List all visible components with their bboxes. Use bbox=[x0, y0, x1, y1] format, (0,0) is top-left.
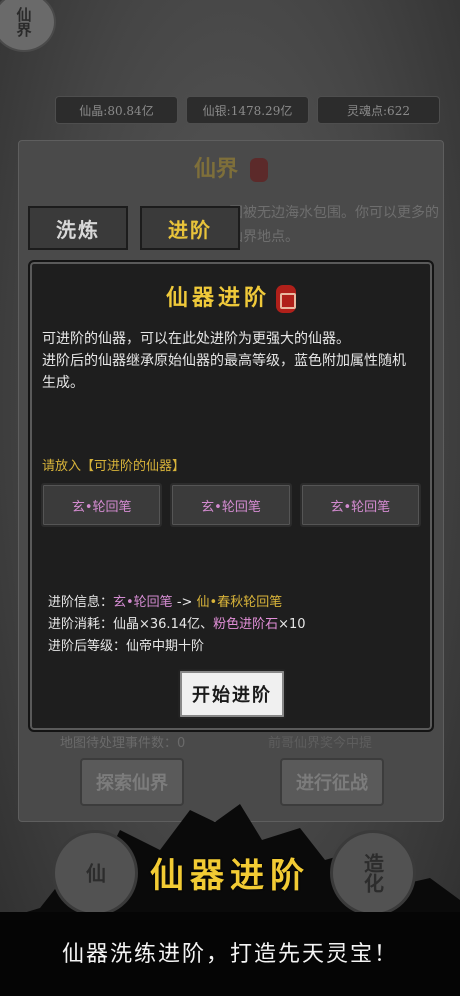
panel-title: 仙界 bbox=[19, 151, 443, 183]
dialog-title-text: 仙器进阶 bbox=[165, 285, 270, 311]
promo-subtitle: 仙器洗练进阶，打造先天灵宝！ bbox=[61, 942, 398, 967]
panel-background-text: 国被无边海水包围。你可以更多的仙界地点。 bbox=[229, 205, 439, 245]
resource-soul-points: 灵魂点:622 bbox=[317, 96, 440, 124]
dialog-description: 可进阶的仙器，可以在此处进阶为更强大的仙器。 进阶后的仙器继承原始仙器的最高等级… bbox=[42, 328, 418, 394]
slot-label: 请放入【可进阶的仙器】 bbox=[42, 459, 186, 474]
advance-info-label: 进阶信息： bbox=[48, 595, 114, 610]
start-advance-button[interactable]: 开始进阶 bbox=[178, 669, 286, 719]
dialog-title: 仙器进阶 bbox=[30, 280, 432, 313]
tab-advance[interactable]: 进阶 bbox=[140, 206, 240, 250]
advance-info-line: 进阶信息：玄•轮回笔 -> 仙•春秋轮回笔 bbox=[48, 592, 306, 614]
explore-realm-button[interactable]: 探索仙界 bbox=[80, 758, 184, 806]
resource-bar: 仙晶:80.84亿 仙银:1478.29亿 灵魂点:622 bbox=[55, 96, 440, 124]
description-line: 可进阶的仙器，可以在此处进阶为更强大的仙器。 bbox=[42, 331, 350, 347]
pending-events-text: 地图待处理事件数：0 bbox=[60, 736, 186, 751]
to-item: 仙•春秋轮回笔 bbox=[196, 595, 283, 610]
panel-right-text: 前哥仙界奖今中提 bbox=[268, 736, 373, 751]
expedition-button[interactable]: 进行征战 bbox=[280, 758, 384, 806]
promo-title: 仙器进阶 bbox=[150, 856, 310, 896]
advance-cost-line: 进阶消耗：仙晶×36.14亿、粉色进阶石×10 bbox=[48, 614, 306, 636]
red-seal-icon bbox=[276, 285, 296, 313]
item-slots: 玄•轮回笔 玄•轮回笔 玄•轮回笔 bbox=[41, 483, 421, 527]
advance-dialog: 仙器进阶 可进阶的仙器，可以在此处进阶为更强大的仙器。 进阶后的仙器继承原始仙器… bbox=[28, 260, 434, 732]
item-slot[interactable]: 玄•轮回笔 bbox=[299, 483, 421, 527]
panel-title-text: 仙界 bbox=[193, 156, 238, 182]
cost-item: 粉色进阶石 bbox=[213, 617, 279, 632]
tab-refine[interactable]: 洗炼 bbox=[28, 206, 128, 250]
cost-qty: ×10 bbox=[278, 617, 306, 632]
advance-info: 进阶信息：玄•轮回笔 -> 仙•春秋轮回笔 进阶消耗：仙晶×36.14亿、粉色进… bbox=[48, 592, 306, 658]
advance-level-line: 进阶后等级：仙帝中期十阶 bbox=[48, 639, 205, 654]
arrow: -> bbox=[172, 595, 197, 610]
item-slot[interactable]: 玄•轮回笔 bbox=[170, 483, 292, 527]
from-item: 玄•轮回笔 bbox=[113, 595, 173, 610]
description-line: 进阶后的仙器继承原始仙器的最高等级，蓝色附加属性随机生成。 bbox=[42, 353, 406, 391]
resource-spirit-silver: 仙银:1478.29亿 bbox=[186, 96, 309, 124]
resource-spirit-crystal: 仙晶:80.84亿 bbox=[55, 96, 178, 124]
red-seal-icon bbox=[250, 158, 268, 182]
item-slot[interactable]: 玄•轮回笔 bbox=[41, 483, 163, 527]
cost-label: 进阶消耗：仙晶×36.14亿、 bbox=[48, 617, 214, 632]
